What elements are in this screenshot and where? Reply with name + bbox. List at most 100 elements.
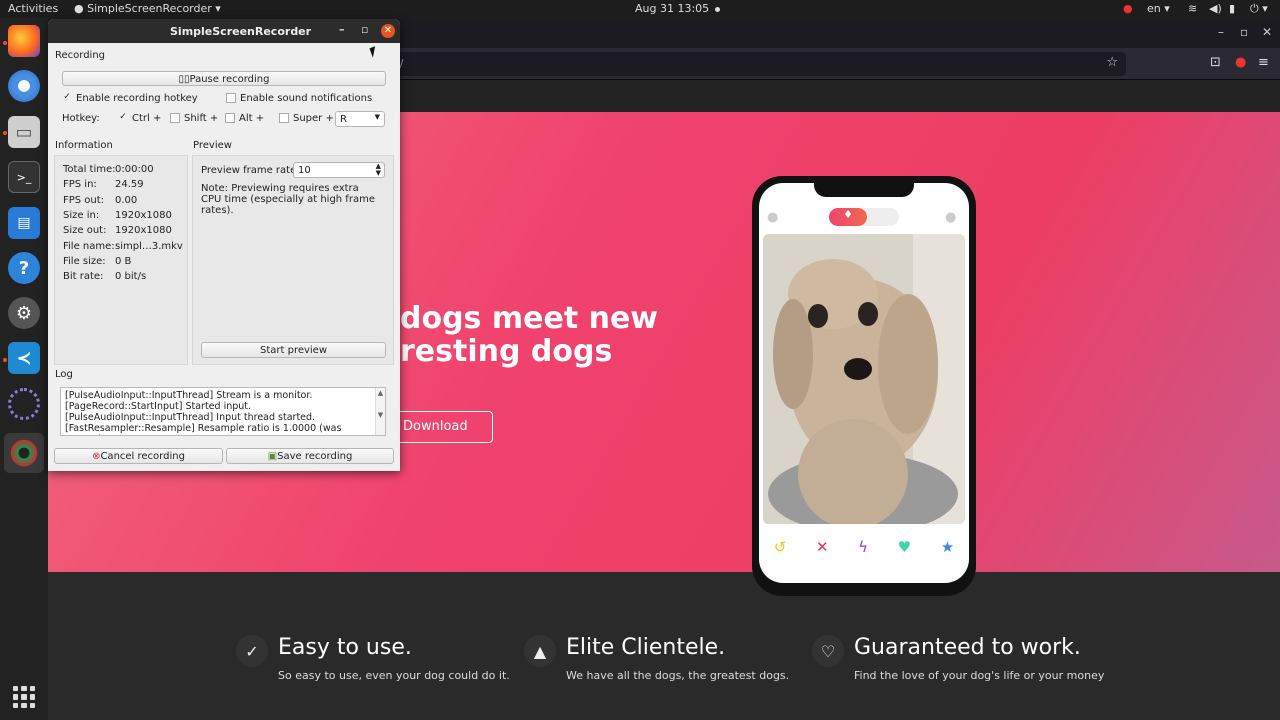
log-scrollbar[interactable]: ▲ ▼ [375,388,385,435]
log-line: [PulseAudioInput::InputThread] Stream is… [65,390,313,401]
super-checkbox[interactable]: Super + [279,113,334,124]
alt-checkbox[interactable]: Alt + [225,113,264,124]
show-applications-icon[interactable] [13,686,35,708]
close-icon[interactable]: ✕ [381,24,395,38]
running-indicator [3,41,7,45]
top-bar: Activities ● SimpleScreenRecorder ▾ Aug … [0,0,1280,18]
app-menu-label: SimpleScreenRecorder ▾ [87,2,221,15]
log-section-label: Log [55,369,73,380]
save-icon: ▣ [267,451,278,462]
info-value: 0.00 [115,194,138,206]
log-line: [PageRecord::StartInput] Started input. [65,401,252,412]
feature-text: We have all the dogs, the greatest dogs. [566,669,790,682]
preview-rate-value: 10 [298,165,311,176]
ssr-titlebar[interactable]: SimpleScreenRecorder – ▫ ✕ [48,19,400,43]
information-section-label: Information [55,140,113,151]
feature-text: Find the love of your dog's life or your… [854,669,1105,682]
feature-title: Guaranteed to work. [854,635,1081,660]
log-line: [FastResampler::Resample] Resample ratio… [65,423,342,435]
pause-recording-label: Pause recording [189,74,270,85]
firefox-icon[interactable] [8,25,40,57]
language-menu[interactable]: en ▾ [1147,2,1170,15]
files-icon[interactable]: ▭ [8,116,40,148]
screenshot-icon[interactable] [8,388,40,420]
dog-photo [763,234,965,524]
power-menu-icon[interactable]: ⏻ ▾ [1250,2,1268,16]
info-value: 24.59 [115,179,144,191]
log-line: [PulseAudioInput::InputThread] Input thr… [65,412,316,423]
dog-illustration [763,234,965,524]
feature-text: So easy to use, even your dog could do i… [278,669,510,682]
information-panel: Total time: 0:00:00 FPS in: 24.59 FPS out: 0.… [54,155,188,365]
info-key: Total time: [63,164,116,175]
hero-heading: dogs meet new resting dogs [400,302,658,368]
super-like-icon: ★ [940,538,955,556]
running-indicator [3,358,7,362]
wifi-icon[interactable]: ≋ [1188,2,1197,15]
ctrl-checkbox[interactable]: ✓ Ctrl + [118,113,162,125]
chat-icon: ● [945,210,957,225]
maximize-icon[interactable]: ▫ [361,23,368,36]
volume-icon[interactable]: ◀) [1209,2,1222,15]
shift-checkbox[interactable]: Shift + [170,113,218,124]
pause-icon: ▯▯ [178,74,190,85]
url-bar[interactable]: og/ ☆ [378,52,1126,76]
start-preview-button[interactable]: Start preview [201,342,386,358]
preview-section-label: Preview [193,140,232,151]
cancel-recording-button[interactable]: ⊗Cancel recording [54,448,223,464]
heart-arrow-icon: ♡ [812,635,844,667]
info-value: 0 bit/s [115,271,147,283]
info-key: File size: [63,255,106,267]
hotkey-label: Hotkey: [62,113,100,124]
terminal-icon[interactable]: >_ [8,161,40,193]
graduation-cap-icon: ▲ [524,635,556,667]
hero-heading-line2: resting dogs [400,334,613,369]
minimize-icon[interactable]: – [339,23,345,36]
enable-hotkey-checkbox[interactable]: ✓ Enable recording hotkey [62,93,198,105]
download-button[interactable]: Download [396,411,493,443]
minimize-icon[interactable]: – [1218,25,1224,39]
ctrl-label: Ctrl + [132,113,162,124]
writer-icon[interactable]: ▤ [8,207,40,239]
app-menu[interactable]: ● SimpleScreenRecorder ▾ [74,2,221,15]
running-indicator [3,131,7,135]
hotkey-key-select[interactable]: R ▼ [335,111,385,127]
rewind-icon: ↺ [773,538,787,556]
settings-gear-icon[interactable]: ⚙ [8,297,40,329]
checkbox-box [226,93,236,103]
preview-rate-spinbox[interactable]: 10 ▲ ▼ [293,162,385,178]
hero-heading-line1: dogs meet new [400,301,659,336]
extension-icon[interactable]: ● [1235,55,1246,70]
phone-mockup: ● ♦ ● ↺ ✕ ϟ ♥ ★ [752,176,976,596]
recording-indicator-icon[interactable]: ● [1123,2,1133,15]
ssr-logo-icon [10,439,38,467]
hotkey-key-value: R [340,114,347,125]
save-recording-label: Save recording [277,451,353,462]
menu-icon[interactable]: ≡ [1258,55,1269,70]
pause-recording-button[interactable]: ▯▯Pause recording [62,71,386,86]
alt-label: Alt + [239,113,265,124]
save-recording-button[interactable]: ▣Save recording [226,448,394,464]
log-text-area[interactable]: [PulseAudioInput::InputThread] Stream is… [60,387,386,436]
vscode-icon[interactable]: ≺ [8,342,40,374]
shift-label: Shift + [184,113,219,124]
help-icon[interactable]: ? [8,252,40,284]
feature-title: Easy to use. [278,635,412,660]
battery-icon[interactable]: ▮ [1229,2,1235,15]
activities-button[interactable]: Activities [8,2,58,15]
clock[interactable]: Aug 31 13:05 [635,2,721,15]
super-label: Super + [293,113,334,124]
bookmark-star-icon[interactable]: ☆ [1106,55,1118,70]
info-key: Size in: [63,209,100,221]
enable-sound-checkbox[interactable]: Enable sound notifications [226,93,372,104]
maximize-icon[interactable]: ▫ [1240,25,1248,39]
feature-title: Elite Clientele. [566,635,726,660]
spinner-arrows-icon[interactable]: ▲ ▼ [376,163,381,177]
info-key: FPS out: [63,194,105,206]
simplescreenrecorder-icon[interactable] [4,433,44,473]
pocket-icon[interactable]: ⊡ [1210,55,1221,70]
chromium-icon[interactable] [8,70,40,102]
app-menu-icon: ● [74,2,88,15]
close-icon[interactable]: ✕ [1262,25,1272,39]
enable-hotkey-label: Enable recording hotkey [76,93,198,104]
